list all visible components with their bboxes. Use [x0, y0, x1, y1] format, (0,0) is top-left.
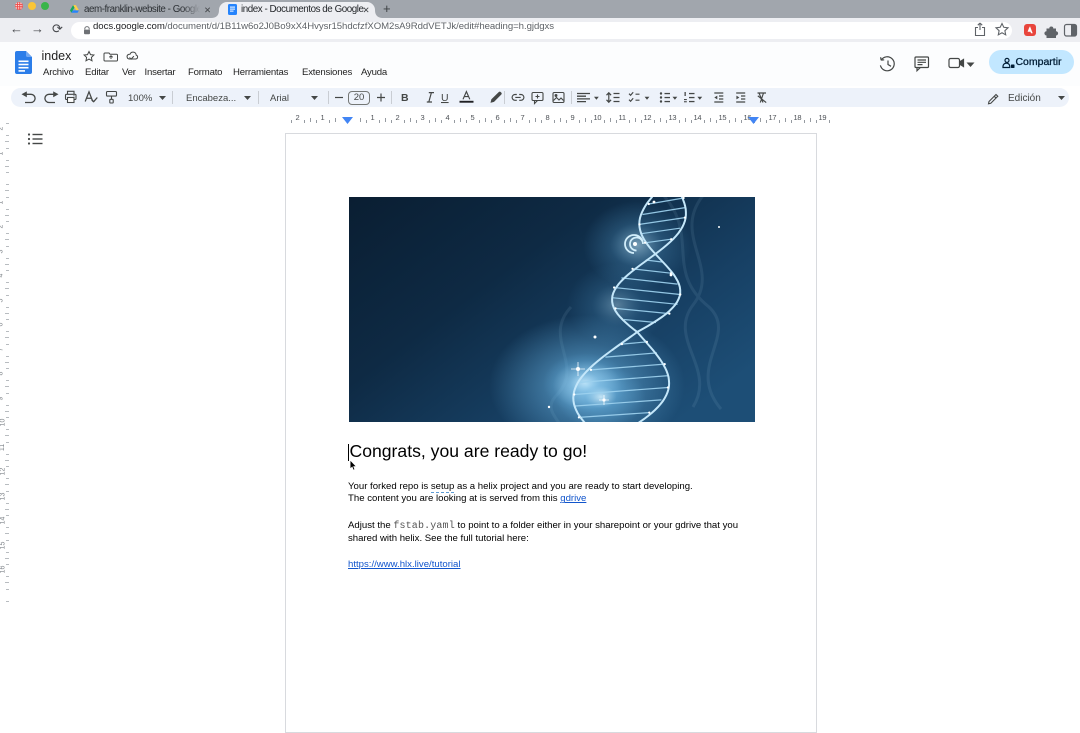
svg-text:U: U	[441, 92, 449, 104]
svg-text:Encabeza...: Encabeza...	[186, 93, 236, 104]
svg-text:Edición: Edición	[1008, 93, 1041, 104]
svg-text:B: B	[401, 92, 409, 104]
svg-text:Arial: Arial	[270, 93, 289, 104]
svg-text:100%: 100%	[128, 93, 153, 104]
